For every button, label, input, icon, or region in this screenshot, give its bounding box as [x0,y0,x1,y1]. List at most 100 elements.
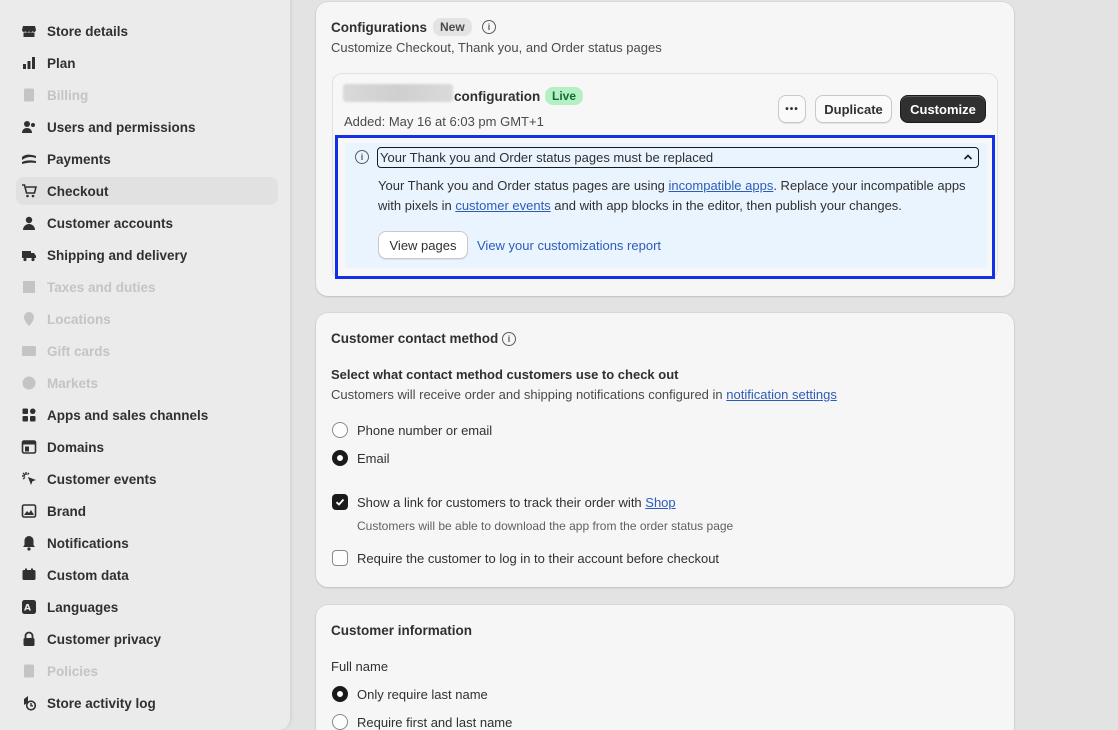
location-icon [21,311,37,327]
sidebar-item-label: Checkout [47,183,109,199]
sidebar-item-activity-log[interactable]: Store activity log [16,689,278,717]
sidebar-item-checkout[interactable]: Checkout [16,177,278,205]
radio-phone-or-email[interactable] [332,422,348,438]
gift-card-icon [21,343,37,359]
customizations-report-link[interactable]: View your customizations report [477,238,661,253]
sidebar-item-label: Customer accounts [47,215,174,231]
configuration-name-redacted [343,84,453,102]
sidebar-item-label: Store details [47,23,129,39]
sidebar-item-markets[interactable]: Markets [16,369,278,397]
configuration-name: configuration [454,89,541,104]
configuration-added-date: Added: May 16 at 6:03 pm GMT+1 [344,114,544,129]
sidebar-item-shipping[interactable]: Shipping and delivery [16,241,278,269]
person-icon [21,215,37,231]
activity-icon [21,695,37,711]
sidebar-item-domains[interactable]: Domains [16,433,278,461]
banner-collapse-toggle[interactable]: Your Thank you and Order status pages mu… [377,147,979,168]
sidebar-item-billing[interactable]: Billing [16,81,278,109]
payments-icon [21,151,37,167]
sidebar-item-label: Domains [47,439,105,455]
sidebar-item-label: Users and permissions [47,119,196,135]
sidebar-item-label: Apps and sales channels [47,407,209,423]
sidebar-item-plan[interactable]: Plan [16,49,278,77]
sidebar-item-label: Locations [47,311,111,327]
taxes-icon [21,279,37,295]
sidebar-item-customer-events[interactable]: Customer events [16,465,278,493]
contact-method-title: Customer contact method [331,331,499,346]
sidebar-item-locations[interactable]: Locations [16,305,278,333]
sidebar-item-customer-accounts[interactable]: Customer accounts [16,209,278,237]
configurations-subtitle: Customize Checkout, Thank you, and Order… [331,40,662,55]
customer-information-title: Customer information [331,623,473,638]
checkmark-icon [335,498,345,506]
sidebar-item-label: Notifications [47,535,129,551]
banner-title: Your Thank you and Order status pages mu… [380,150,714,165]
incompatible-apps-link[interactable]: incompatible apps [669,178,774,193]
sidebar-item-label: Shipping and delivery [47,247,188,263]
bell-icon [21,535,37,551]
svg-text:A: A [24,604,31,614]
cart-icon [21,183,37,199]
contact-method-description: Customers will receive order and shippin… [331,387,837,402]
sidebar-item-notifications[interactable]: Notifications [16,529,278,557]
full-name-label: Full name [331,659,389,674]
sidebar-item-label: Plan [47,55,76,71]
sidebar-item-label: Customer events [47,471,157,487]
require-login-label: Require the customer to log in to their … [357,551,720,566]
sidebar-item-policies[interactable]: Policies [16,657,278,685]
contact-desc-text: Customers will receive order and shippin… [331,387,727,402]
contact-method-question: Select what contact method customers use… [331,367,679,382]
sidebar-item-label: Custom data [47,567,129,583]
track-order-label: Show a link for customers to track their… [357,495,676,510]
billing-icon [21,87,37,103]
sidebar-item-label: Payments [47,151,111,167]
sidebar-item-store-details[interactable]: Store details [16,17,278,45]
policies-icon [21,663,37,679]
sidebar-item-taxes[interactable]: Taxes and duties [16,273,278,301]
store-icon [21,23,37,39]
banner-body: Your Thank you and Order status pages ar… [378,176,982,216]
customer-events-link[interactable]: customer events [455,198,550,213]
require-login-checkbox[interactable] [332,550,348,566]
sidebar-item-gift-cards[interactable]: Gift cards [16,337,278,365]
radio-first-and-last-name[interactable] [332,714,348,730]
sidebar-item-label: Customer privacy [47,631,162,647]
view-pages-button[interactable]: View pages [378,231,468,259]
sidebar-item-custom-data[interactable]: Custom data [16,561,278,589]
truck-icon [21,247,37,263]
languages-icon: A [21,599,37,615]
sidebar-item-customer-privacy[interactable]: Customer privacy [16,625,278,653]
notification-settings-link[interactable]: notification settings [726,387,837,402]
track-order-checkbox[interactable] [332,494,348,510]
sidebar-item-languages[interactable]: A Languages [16,593,278,621]
shop-link[interactable]: Shop [645,495,675,510]
custom-data-icon [21,567,37,583]
new-badge: New [433,18,472,36]
info-icon[interactable]: i [482,20,496,34]
chevron-up-icon [963,150,973,165]
domains-icon [21,439,37,455]
apps-icon [21,407,37,423]
sidebar-item-label: Markets [47,375,99,391]
info-icon[interactable]: i [502,332,516,346]
more-actions-button[interactable]: ••• [778,95,806,123]
contact-method-card [316,313,1014,587]
sidebar-item-brand[interactable]: Brand [16,497,278,525]
radio-only-last-name[interactable] [332,686,348,702]
sidebar-item-label: Policies [47,663,99,679]
sidebar-item-users[interactable]: Users and permissions [16,113,278,141]
customize-button[interactable]: Customize [900,95,986,123]
sidebar-item-apps[interactable]: Apps and sales channels [16,401,278,429]
plan-icon [21,55,37,71]
radio-email[interactable] [332,450,348,466]
radio-label: Only require last name [357,687,488,702]
sidebar-item-payments[interactable]: Payments [16,145,278,173]
settings-sidebar: Store details Plan Billing Users and per… [0,0,291,730]
banner-text-1: Your Thank you and Order status pages ar… [378,178,669,193]
globe-icon [21,375,37,391]
sidebar-item-label: Billing [47,87,89,103]
banner-text-3: and with app blocks in the editor, then … [550,198,902,213]
live-status-badge: Live [545,87,584,105]
duplicate-button[interactable]: Duplicate [815,95,892,123]
sidebar-item-label: Store activity log [47,695,156,711]
